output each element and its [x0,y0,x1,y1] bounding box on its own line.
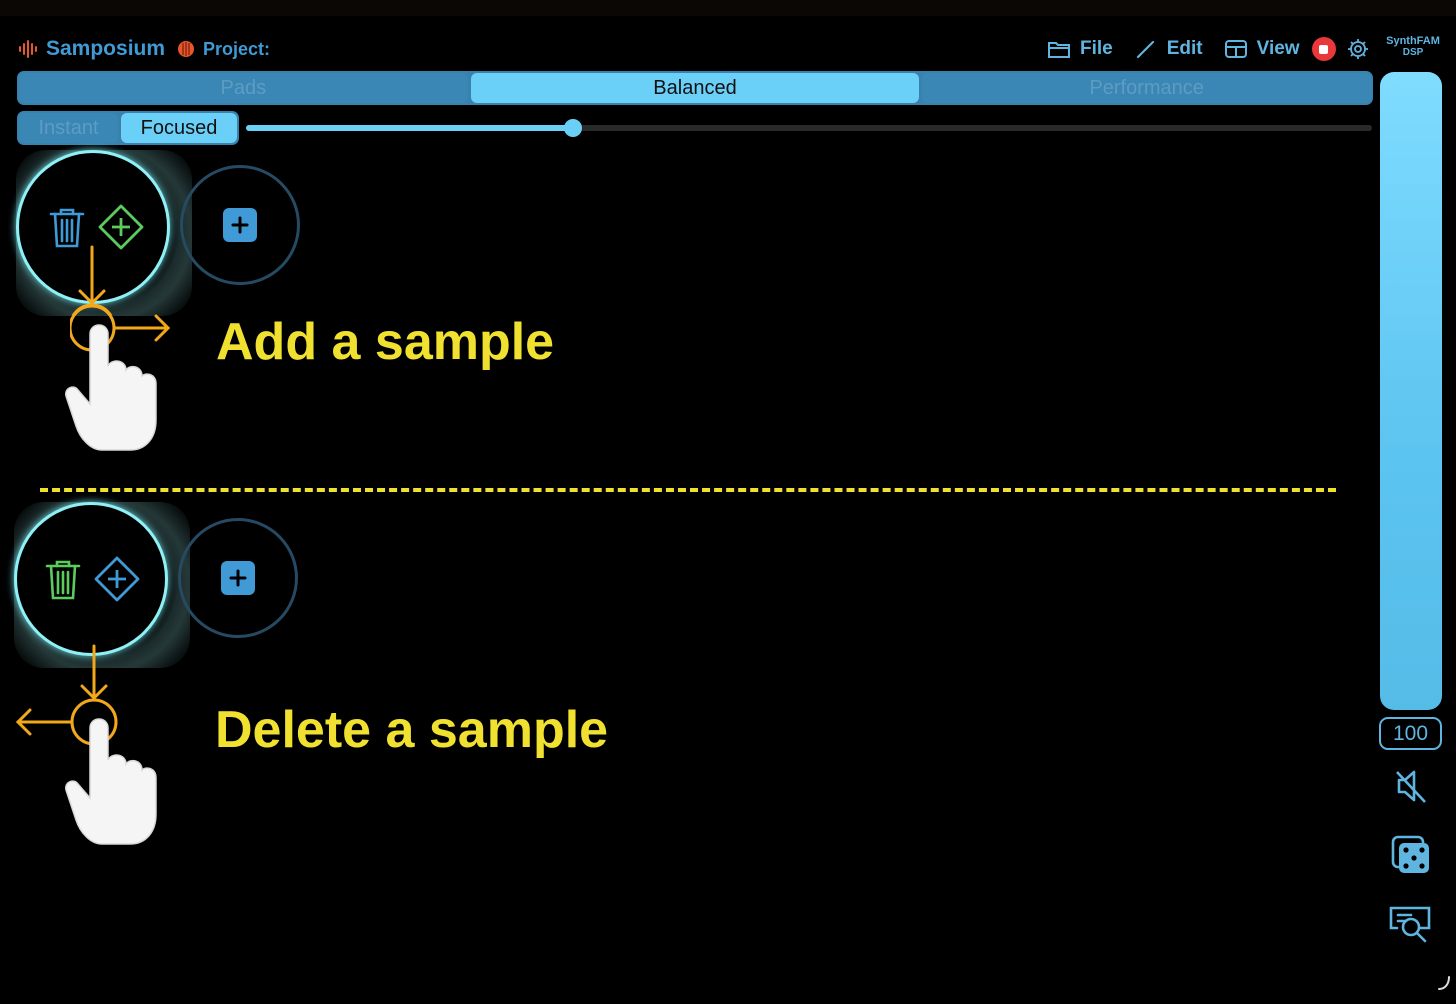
stop-icon [1319,44,1329,54]
volume-value[interactable]: 100 [1379,717,1442,750]
delete-sample-hint: Delete a sample [215,701,609,759]
focus-slider[interactable] [246,119,1372,137]
gear-icon[interactable] [1346,37,1370,61]
stop-record-button[interactable] [1311,37,1336,61]
dice-icon [1391,835,1429,873]
tab-pads[interactable]: Pads [19,73,468,103]
app-name: Samposium [46,37,166,60]
top-strip [0,0,1456,16]
edit-menu-label: Edit [1166,38,1203,59]
waveform-icon [19,40,37,58]
edit-menu[interactable]: Edit [1133,36,1203,62]
tab-focused[interactable]: Focused [121,113,237,143]
hand-pointer-icon [65,718,157,845]
randomize-button[interactable] [1384,832,1438,880]
pad-delete-demo[interactable] [14,502,168,656]
project-label[interactable]: Project: [203,39,270,60]
volume-bar[interactable] [1380,72,1442,710]
hand-pointer-icon [65,324,157,451]
touch-mode-control: Instant Focused [17,111,239,145]
add-sample-hint: Add a sample [216,313,555,371]
add-diamond-icon [94,556,140,602]
speaker-muted-icon [1396,770,1426,803]
layout-icon [1224,40,1247,58]
search-chat-icon [1389,906,1431,943]
tab-instant[interactable]: Instant [19,113,118,143]
search-button[interactable] [1384,900,1438,948]
resize-handle-icon [1438,976,1450,990]
plus-square-icon [223,208,257,242]
add-pad-button[interactable] [178,518,298,638]
header: Samposium Project: File Edit View SynthF… [0,30,1456,68]
file-menu-label: File [1080,38,1113,59]
plus-square-icon [221,561,255,595]
record-indicator-icon[interactable] [177,40,195,58]
view-menu[interactable]: View [1223,36,1300,62]
add-pad-button[interactable] [180,165,300,285]
add-diamond-icon [98,204,144,250]
folder-icon [1048,42,1070,58]
view-menu-label: View [1256,38,1300,59]
slider-thumb[interactable] [563,119,582,137]
file-menu[interactable]: File [1046,36,1113,62]
tab-performance[interactable]: Performance [922,73,1372,103]
brand: Samposium Project: [18,30,270,68]
section-divider [40,488,1336,492]
slider-fill [246,125,573,131]
trash-icon [45,560,81,600]
main-menu: File Edit View [1046,30,1370,68]
mode-segmented-control: Pads Balanced Performance [17,71,1373,105]
pencil-icon [1136,40,1154,59]
trash-icon [49,208,85,248]
tab-balanced[interactable]: Balanced [470,73,920,103]
mute-button[interactable] [1384,762,1438,810]
synthfam-logo: SynthFAM DSP [1386,35,1440,59]
